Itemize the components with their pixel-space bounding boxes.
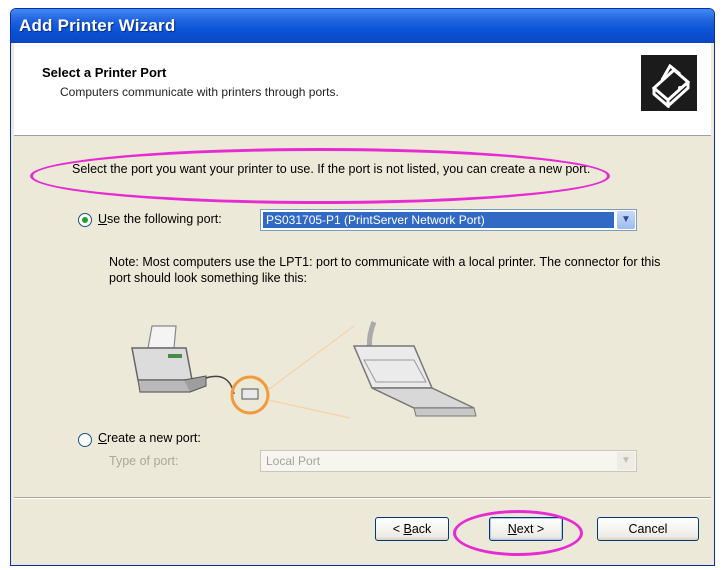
chevron-down-icon[interactable]: ▼ [617,211,635,229]
create-port-radio[interactable] [78,433,92,447]
port-type-select[interactable]: Local Port ▼ [260,450,637,472]
printer-icon [131,325,207,393]
printer-port-icon [641,55,697,111]
page-title: Select a Printer Port [42,65,167,80]
port-type-value: Local Port [266,454,321,468]
next-button[interactable]: Next > [489,517,563,541]
title-bar[interactable]: Add Printer Wizard [11,9,714,43]
port-type-label: Type of port: [109,454,179,468]
db25-connector [352,321,477,417]
instruction-text: Select the port you want your printer to… [72,162,591,176]
back-button[interactable]: < Back [375,517,449,541]
window-title: Add Printer Wizard [19,16,176,35]
port-select[interactable]: PS031705-P1 (PrintServer Network Port) ▼ [260,209,637,231]
button-divider [14,497,711,499]
cancel-button[interactable]: Cancel [597,517,699,541]
wizard-header: Select a Printer Port Computers communic… [14,43,711,136]
port-connector-illustration [131,321,477,419]
chevron-down-icon[interactable]: ▼ [617,452,635,470]
create-port-label[interactable]: Create a new port: [98,431,201,445]
lpt1-note: Note: Most computers use the LPT1: port … [109,255,661,285]
use-port-label[interactable]: Use the following port: [98,212,222,226]
use-port-radio[interactable] [78,213,92,227]
wizard-content: Select the port you want your printer to… [14,136,711,494]
port-select-value: PS031705-P1 (PrintServer Network Port) [263,212,614,228]
add-printer-wizard-window: Add Printer Wizard Select a Printer Port… [10,8,715,566]
page-subtitle: Computers communicate with printers thro… [60,85,339,99]
